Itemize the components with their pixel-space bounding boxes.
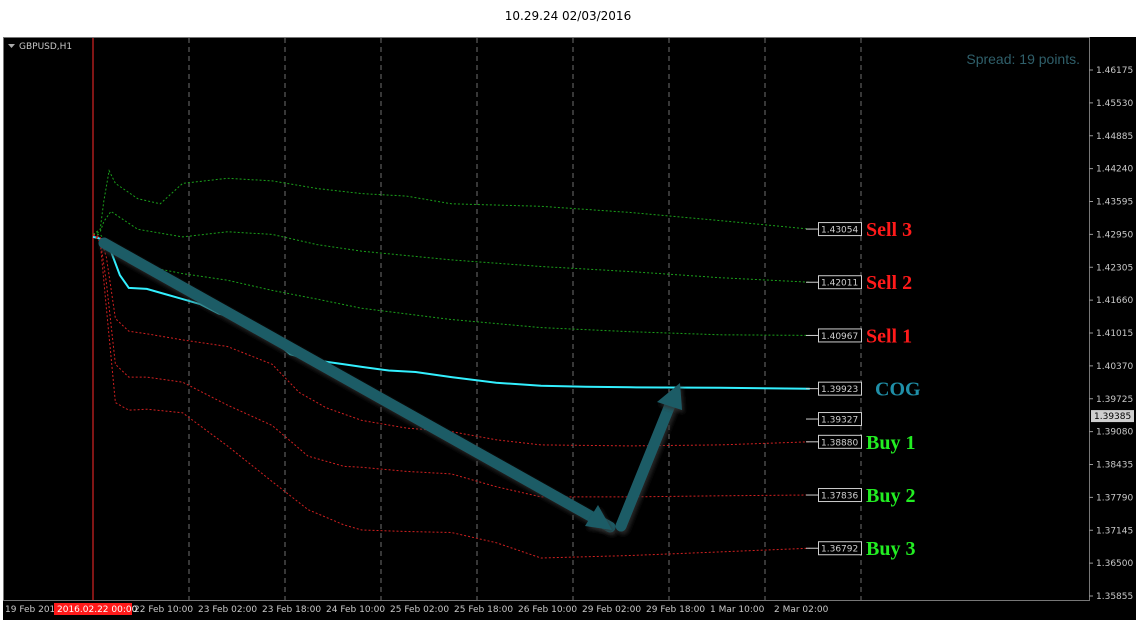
y-tick-label: 1.40370: [1096, 362, 1133, 372]
series-line-sell-3: [92, 169, 810, 235]
x-tick-label: 23 Feb 02:00: [198, 605, 257, 615]
value-label: 1.40967 Sell 1: [806, 325, 912, 347]
y-tick-label: 1.42950: [1096, 230, 1133, 240]
axes: 1.46175 1.45530 1.44885 1.44240 1.43595 1.429…: [5, 66, 1134, 615]
value-label: 1.39327: [806, 412, 862, 427]
symbol-label[interactable]: GBPUSD,H1: [8, 42, 72, 52]
y-tick-label: 1.36500: [1096, 559, 1133, 569]
y-tick-label: 1.46175: [1096, 66, 1133, 76]
value-label: 1.42011 Sell 2: [806, 272, 912, 294]
series-line-sell-1: [93, 233, 810, 336]
x-tick-label: 26 Feb 10:00: [518, 605, 577, 615]
y-tick-label: 1.38435: [1096, 461, 1133, 471]
x-tick-label: 25 Feb 02:00: [390, 605, 449, 615]
y-tick-label: 1.43595: [1096, 198, 1133, 208]
value-label-text: 1.39923: [821, 385, 858, 395]
value-label: 1.37836 Buy 2: [806, 485, 915, 507]
labels: 1.43054 Sell 31.42011 Sell 21.40967 Sell 11…: [806, 219, 921, 560]
value-label: 1.43054 Sell 3: [806, 219, 912, 241]
band-name-sell-1: Sell 1: [866, 325, 912, 347]
y-tick-label: 1.42305: [1096, 263, 1133, 273]
price-chart[interactable]: 1.46175 1.45530 1.44885 1.44240 1.43595 1.429…: [0, 0, 1136, 623]
band-name-cog: COG: [875, 379, 921, 401]
y-tick-label: 1.39080: [1096, 428, 1133, 438]
series-line-cog: [92, 235, 810, 390]
series-line-buy-2: [92, 233, 810, 498]
spread-text: Spread: 19 points.: [966, 51, 1080, 67]
current-time-label: 2016.02.22 00:00: [57, 605, 138, 615]
x-tick-label: 2 Mar 02:00: [774, 605, 829, 615]
x-tick-label: 22 Feb 10:00: [134, 605, 193, 615]
band-name-sell-3: Sell 3: [866, 219, 912, 241]
y-tick-label: 1.41660: [1096, 296, 1133, 306]
value-label-text: 1.42011: [821, 279, 858, 289]
y-tick-label: 1.45530: [1096, 99, 1133, 109]
y-tick-label: 1.37790: [1096, 493, 1133, 503]
y-tick-label: 1.41015: [1096, 329, 1133, 339]
value-label-text: 1.37836: [821, 492, 858, 502]
x-tick-label: 29 Feb 18:00: [646, 605, 705, 615]
series-line-sell-2: [92, 210, 810, 283]
symbol-label-text: GBPUSD,H1: [19, 42, 72, 52]
value-label: 1.39923 COG: [806, 379, 921, 401]
value-label: 1.36792 Buy 3: [806, 538, 915, 560]
value-label-text: 1.38880: [821, 438, 858, 448]
y-tick-label: 1.44885: [1096, 132, 1133, 142]
value-label: 1.38880 Buy 1: [806, 432, 915, 454]
band-name-buy-1: Buy 1: [866, 432, 915, 454]
y-tick-label: 1.35855: [1096, 592, 1133, 602]
value-label-text: 1.36792: [821, 545, 858, 555]
dropdown-triangle-icon[interactable]: [8, 44, 15, 48]
y-tick-label: 1.44240: [1096, 165, 1133, 175]
y-tick-label: 1.37145: [1096, 526, 1133, 536]
band-name-buy-3: Buy 3: [866, 538, 915, 560]
series-line-buy-1: [92, 233, 810, 447]
plot-border: [3, 37, 1090, 601]
series: [92, 169, 810, 559]
value-label-text: 1.39327: [821, 416, 858, 426]
band-name-buy-2: Buy 2: [866, 485, 915, 507]
value-label-text: 1.43054: [821, 226, 858, 236]
x-tick-label: 25 Feb 18:00: [454, 605, 513, 615]
y-tick-label: 1.39725: [1096, 395, 1133, 405]
x-tick-label: 23 Feb 18:00: [262, 605, 321, 615]
band-name-sell-2: Sell 2: [866, 272, 912, 294]
up-trend-arrow-shaft: [615, 394, 678, 532]
x-tick-label: 29 Feb 02:00: [582, 605, 641, 615]
current-price-label: 1.39385: [1094, 412, 1131, 422]
x-tick-label: 19 Feb 2016: [5, 605, 61, 615]
x-tick-label: 1 Mar 10:00: [710, 605, 765, 615]
x-tick-label: 24 Feb 10:00: [326, 605, 385, 615]
grid: [3, 37, 1090, 601]
value-label-text: 1.40967: [821, 332, 858, 342]
series-line-buy-3: [92, 234, 810, 559]
